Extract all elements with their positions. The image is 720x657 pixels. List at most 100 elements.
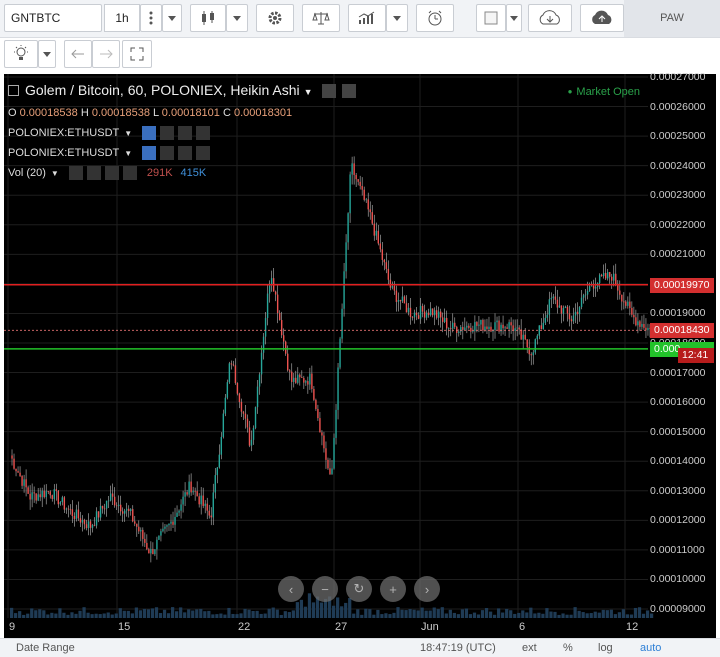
candle-body <box>522 334 524 340</box>
candle-body <box>61 497 64 503</box>
scroll-right-icon[interactable]: › <box>414 576 440 602</box>
chart-color-swatch-icon[interactable] <box>476 4 506 32</box>
candle-body <box>556 299 559 308</box>
volume-indicator-row[interactable]: Vol (20) ▼ 291K 415K <box>8 165 206 181</box>
candle-body <box>180 504 182 511</box>
zoom-in-icon[interactable]: + <box>380 576 406 602</box>
candle-body <box>128 508 130 512</box>
title-dropdown-icon[interactable]: ▼ <box>304 87 313 97</box>
candle-body <box>558 305 561 308</box>
auto-scale-toggle[interactable]: auto <box>640 642 661 654</box>
candle-body <box>403 296 406 304</box>
scroll-left-icon[interactable]: ‹ <box>278 576 304 602</box>
volume-bar <box>484 608 489 618</box>
chart-title-text: Golem / Bitcoin, 60, POLONIEX, Heikin As… <box>25 82 300 98</box>
reset-chart-icon[interactable]: ↻ <box>346 576 372 602</box>
candle-body <box>41 490 43 498</box>
volume-bar <box>118 608 122 618</box>
load-chart-cloud-icon[interactable] <box>528 4 572 32</box>
volume-bar <box>577 610 581 618</box>
settings-gear-icon[interactable] <box>256 4 294 32</box>
eye-icon[interactable] <box>142 126 157 140</box>
date-range-button[interactable]: Date Range <box>16 642 75 654</box>
color-dropdown-icon[interactable] <box>506 4 522 32</box>
fullscreen-icon[interactable] <box>122 40 152 68</box>
candle-body <box>490 326 492 332</box>
indicator-row-1[interactable]: POLONIEX:ETHUSDT ▼ <box>8 125 211 141</box>
log-scale-toggle[interactable]: log <box>598 642 613 654</box>
candle-body <box>162 528 164 532</box>
lightbulb-icon[interactable] <box>4 40 38 68</box>
candle-body <box>639 321 641 327</box>
indicators-icon[interactable] <box>348 4 386 32</box>
low-value: 0.00018101 <box>161 107 220 119</box>
close-icon[interactable] <box>122 166 137 180</box>
redo-icon[interactable] <box>92 40 120 68</box>
more-intervals-icon[interactable] <box>140 4 162 32</box>
percent-scale-toggle[interactable]: % <box>563 642 573 654</box>
candle-body <box>405 303 408 313</box>
candle-style-icon[interactable] <box>190 4 226 32</box>
price-axis-label: 0.00016000 <box>650 396 706 409</box>
candle-body <box>148 549 150 554</box>
candle-body <box>115 505 118 507</box>
gear-icon[interactable] <box>342 84 357 99</box>
candle-body <box>627 301 629 306</box>
candle-body <box>647 327 649 331</box>
candle-body <box>468 325 470 328</box>
volume-bar <box>18 611 22 618</box>
alert-clock-icon[interactable] <box>416 4 454 32</box>
volume-bar <box>601 609 605 618</box>
candle-body <box>248 427 251 446</box>
candle-body <box>107 500 110 502</box>
eye-icon[interactable] <box>322 84 337 99</box>
candle-body <box>496 320 498 323</box>
close-icon[interactable] <box>196 146 211 160</box>
extended-hours-toggle[interactable]: ext <box>522 642 537 654</box>
candle-body <box>478 324 480 326</box>
indicators-dropdown-icon[interactable] <box>386 4 408 32</box>
candle-body <box>89 521 92 528</box>
gear-icon[interactable] <box>86 166 101 180</box>
account-button[interactable]: PAW <box>624 0 720 37</box>
chart-style-dropdown-icon[interactable] <box>226 4 248 32</box>
candle-body <box>582 295 585 298</box>
candle-body <box>566 306 569 314</box>
candle-body <box>138 526 140 532</box>
zoom-out-icon[interactable]: − <box>312 576 338 602</box>
compare-scale-icon[interactable] <box>302 4 340 32</box>
candle-body <box>389 279 392 288</box>
time-axis[interactable]: 9 15 22 27 Jun 6 12 <box>4 618 716 638</box>
candle-body <box>315 399 317 409</box>
volume-bar <box>34 610 38 618</box>
save-chart-cloud-icon[interactable] <box>580 4 624 32</box>
plus-icon[interactable] <box>178 126 193 140</box>
close-icon[interactable] <box>196 126 211 140</box>
lightbulb-dropdown-icon[interactable] <box>38 40 56 68</box>
candle-body <box>31 492 33 500</box>
gear-icon[interactable] <box>160 126 175 140</box>
undo-icon[interactable] <box>64 40 92 68</box>
indicator-row-2[interactable]: POLONIEX:ETHUSDT ▼ <box>8 145 211 161</box>
volume-bar <box>175 611 179 618</box>
gear-icon[interactable] <box>160 146 175 160</box>
chevron-down-icon[interactable]: ▼ <box>124 149 132 158</box>
candle-body <box>502 324 504 329</box>
plus-icon[interactable] <box>178 146 193 160</box>
candle-body <box>278 312 281 321</box>
chevron-down-icon[interactable]: ▼ <box>124 129 132 138</box>
chevron-down-icon[interactable]: ▼ <box>51 169 59 178</box>
volume-bar <box>199 608 203 618</box>
volume-bar <box>150 608 155 618</box>
interval-selector[interactable]: 1h <box>104 4 140 32</box>
candle-body <box>466 325 468 328</box>
chart-pane[interactable]: Golem / Bitcoin, 60, POLONIEX, Heikin As… <box>4 71 716 638</box>
eye-icon[interactable] <box>68 166 83 180</box>
candle-body <box>456 326 458 333</box>
candle-body <box>254 407 257 428</box>
plus-icon[interactable] <box>104 166 119 180</box>
collapse-legend-icon[interactable] <box>8 85 19 96</box>
interval-dropdown-chevron-icon[interactable] <box>162 4 182 32</box>
eye-icon[interactable] <box>142 146 157 160</box>
symbol-search-input[interactable]: GNTBTC <box>4 4 102 32</box>
